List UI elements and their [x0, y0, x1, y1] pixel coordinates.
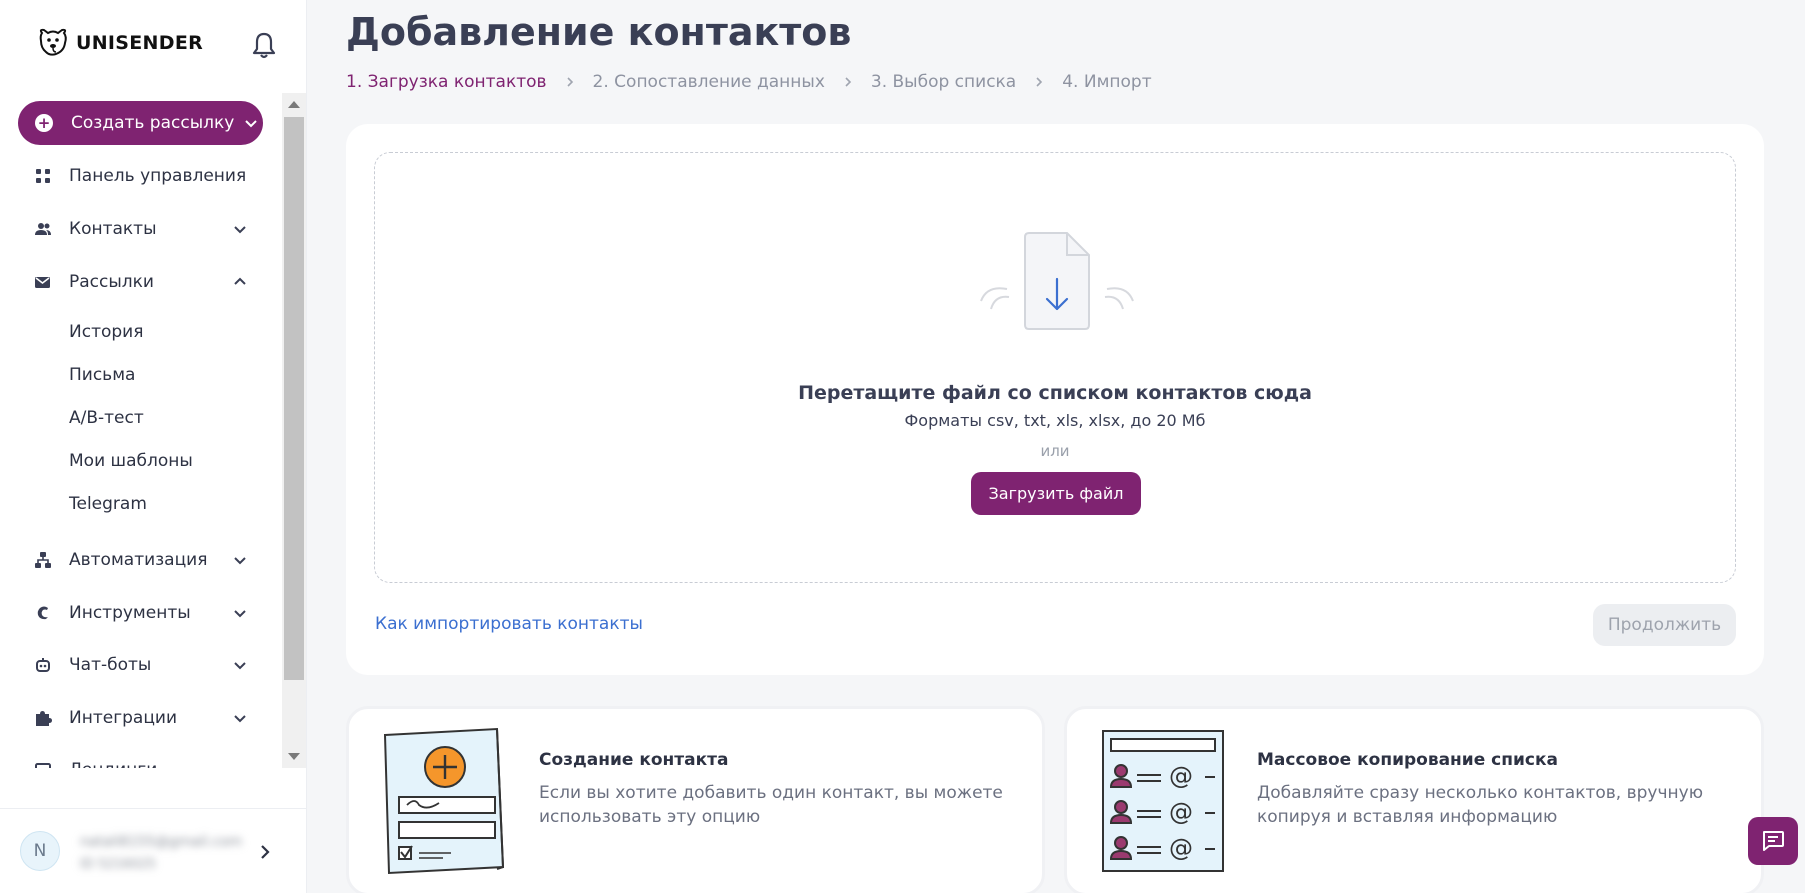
- bulk-copy-description: Добавляйте сразу несколько контактов, вр…: [1257, 783, 1704, 827]
- sidebar-item-tools[interactable]: Инструменты: [0, 595, 260, 631]
- sidebar-subitem-letters[interactable]: Письма: [69, 361, 135, 389]
- sidebar-item-automation[interactable]: Автоматизация: [0, 542, 260, 578]
- create-contact-description: Если вы хотите добавить один контакт, вы…: [539, 783, 1003, 827]
- dropzone-or: или: [1040, 442, 1070, 460]
- step-list-select: 3. Выбор списка: [870, 72, 1017, 92]
- sidebar-item-label: Лендинги: [69, 760, 157, 768]
- chevron-down-icon: [245, 120, 258, 128]
- logo-text: UNISENDER: [76, 32, 204, 54]
- upload-card: Перетащите файл со списком контактов сюд…: [346, 124, 1764, 675]
- step-import: 4. Импорт: [1062, 72, 1152, 92]
- chevron-right-icon: [845, 77, 852, 87]
- sidebar-subitem-telegram[interactable]: Telegram: [69, 490, 147, 518]
- sidebar-item-chatbots[interactable]: Чат-боты: [0, 647, 260, 683]
- contact-list-illustration-icon: @ @ @: [1102, 730, 1224, 872]
- sidebar-item-label: Рассылки: [69, 272, 154, 292]
- chevron-down-icon: [234, 610, 246, 618]
- upload-file-button[interactable]: Загрузить файл: [971, 472, 1141, 515]
- contact-form-illustration-icon: [383, 727, 505, 875]
- svg-text:@: @: [1169, 798, 1193, 826]
- sidebar: UNISENDER + Создать рассылку Панель упра…: [0, 0, 307, 893]
- create-contact-card[interactable]: Создание контакта Если вы хотите добавит…: [346, 706, 1045, 893]
- dropzone-formats: Форматы csv, txt, xls, xlsx, до 20 Мб: [904, 411, 1206, 430]
- chevron-down-icon: [234, 715, 246, 723]
- how-to-import-link[interactable]: Как импортировать контакты: [375, 614, 643, 634]
- chevron-right-icon[interactable]: [258, 844, 272, 860]
- file-dropzone[interactable]: Перетащите файл со списком контактов сюд…: [374, 152, 1736, 583]
- create-campaign-label: Создать рассылку: [71, 113, 235, 133]
- bulk-copy-card[interactable]: @ @ @ Массовое копирование списка Добавл…: [1064, 706, 1764, 893]
- automation-icon: [35, 552, 51, 568]
- mail-icon: [35, 277, 50, 288]
- sidebar-item-label: Инструменты: [69, 603, 191, 623]
- chevron-down-icon: [234, 662, 246, 670]
- contacts-icon: [35, 223, 51, 235]
- svg-text:@: @: [1169, 762, 1193, 790]
- sidebar-item-dashboard[interactable]: Панель управления: [0, 158, 260, 194]
- sidebar-item-contacts[interactable]: Контакты: [0, 211, 260, 247]
- sidebar-item-label: Чат-боты: [69, 655, 152, 675]
- chevron-down-icon: [234, 557, 246, 565]
- sidebar-subitem-ab-test[interactable]: A/B-тест: [69, 404, 144, 432]
- import-steps: 1. Загрузка контактов 2. Сопоставление д…: [346, 72, 1152, 92]
- sidebar-item-label: Панель управления: [69, 166, 247, 186]
- chevron-right-icon: [566, 77, 573, 87]
- sidebar-item-label: Интеграции: [69, 708, 178, 728]
- chat-icon: [1763, 831, 1784, 851]
- scroll-up-arrow-icon[interactable]: [288, 101, 300, 108]
- create-campaign-button[interactable]: + Создать рассылку: [18, 101, 263, 145]
- bulk-copy-title: Массовое копирование списка: [1257, 750, 1558, 770]
- page-title: Добавление контактов: [346, 10, 852, 54]
- scrollbar-thumb[interactable]: [284, 117, 304, 680]
- file-download-icon: [980, 232, 1134, 330]
- sidebar-item-landings[interactable]: Лендинги: [0, 752, 260, 768]
- chevron-up-icon: [234, 277, 246, 285]
- sidebar-item-campaigns[interactable]: Рассылки: [0, 264, 260, 300]
- chevron-down-icon: [234, 226, 246, 234]
- plus-icon: +: [35, 114, 53, 132]
- puzzle-icon: [36, 711, 52, 726]
- step-upload: 1. Загрузка контактов: [346, 72, 547, 92]
- step-mapping: 2. Сопоставление данных: [592, 72, 825, 92]
- sidebar-scrollbar[interactable]: [282, 93, 306, 768]
- scroll-down-arrow-icon[interactable]: [288, 753, 300, 760]
- user-email: natali8155@gmail.com: [80, 834, 243, 850]
- dashboard-icon: [36, 169, 50, 183]
- sidebar-subitem-templates[interactable]: Мои шаблоны: [69, 447, 193, 475]
- sidebar-nav: + Создать рассылку Панель управления Кон…: [0, 96, 281, 768]
- user-profile[interactable]: N natali8155@gmail.com ID 5216025: [0, 808, 307, 893]
- support-chat-button[interactable]: [1748, 817, 1798, 865]
- create-contact-title: Создание контакта: [539, 750, 729, 770]
- bell-icon[interactable]: [250, 30, 278, 60]
- avatar: N: [20, 831, 60, 871]
- bot-icon: [36, 658, 50, 672]
- chevron-right-icon: [1036, 77, 1043, 87]
- sidebar-subitem-history[interactable]: История: [69, 318, 143, 346]
- sidebar-item-label: Автоматизация: [69, 550, 208, 570]
- dog-logo-icon: [39, 28, 67, 56]
- sidebar-item-label: Контакты: [69, 219, 157, 239]
- svg-text:@: @: [1169, 834, 1193, 862]
- tools-icon: [37, 606, 48, 620]
- landing-icon: [35, 763, 51, 768]
- continue-button[interactable]: Продолжить: [1593, 604, 1736, 646]
- logo[interactable]: UNISENDER: [36, 26, 203, 60]
- sidebar-item-integrations[interactable]: Интеграции: [0, 700, 260, 736]
- dropzone-title: Перетащите файл со списком контактов сюд…: [798, 382, 1312, 404]
- user-id: ID 5216025: [80, 857, 156, 872]
